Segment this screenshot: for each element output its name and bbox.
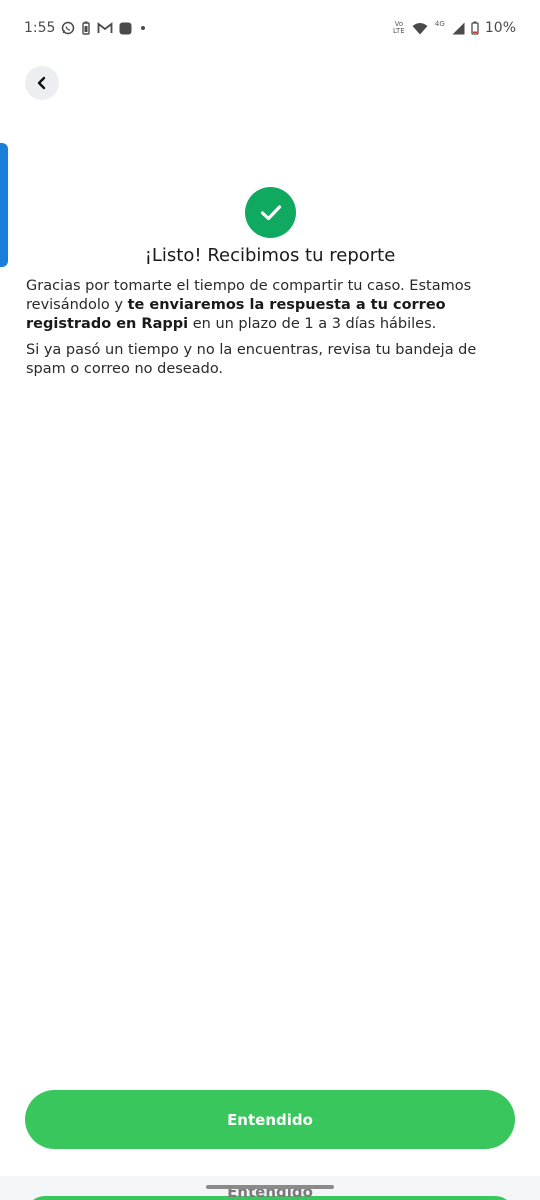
signal-icon [452, 22, 465, 35]
wifi-icon [412, 22, 428, 35]
volte-indicator: Vo LTE [393, 20, 405, 35]
page-title: ¡Listo! Recibimos tu reporte [144, 245, 396, 266]
understood-button-label: Entendido [227, 1110, 313, 1129]
battery-icon [471, 21, 479, 35]
gesture-nav-handle[interactable] [206, 1185, 334, 1189]
checkmark-icon [260, 204, 282, 222]
spam-hint-message: Si ya pasó un tiempo y no la encuentras,… [26, 342, 477, 377]
message-text-end: en un plazo de 1 a 3 días hábiles. [188, 316, 437, 332]
status-left: 1:55 [24, 20, 148, 36]
app-square-icon [119, 22, 132, 35]
status-bar: 1:55 Vo LTE 4G 10% [0, 0, 540, 60]
network-type: 4G [434, 20, 445, 28]
gmail-icon [97, 22, 113, 34]
battery-saver-icon [81, 21, 91, 35]
chevron-left-icon [35, 76, 49, 90]
whatsapp-icon [61, 21, 75, 35]
understood-button[interactable]: Entendido [25, 1090, 515, 1149]
success-badge [245, 187, 296, 238]
dot-icon [138, 23, 148, 33]
battery-percent: 10% [484, 20, 516, 36]
bottom-navigation-area: Entendido [0, 1176, 540, 1200]
status-time: 1:55 [24, 20, 56, 36]
status-right: Vo LTE 4G 10% [392, 20, 516, 36]
confirmation-message: Gracias por tomarte el tiempo de compart… [26, 277, 506, 334]
back-button[interactable] [25, 66, 59, 100]
